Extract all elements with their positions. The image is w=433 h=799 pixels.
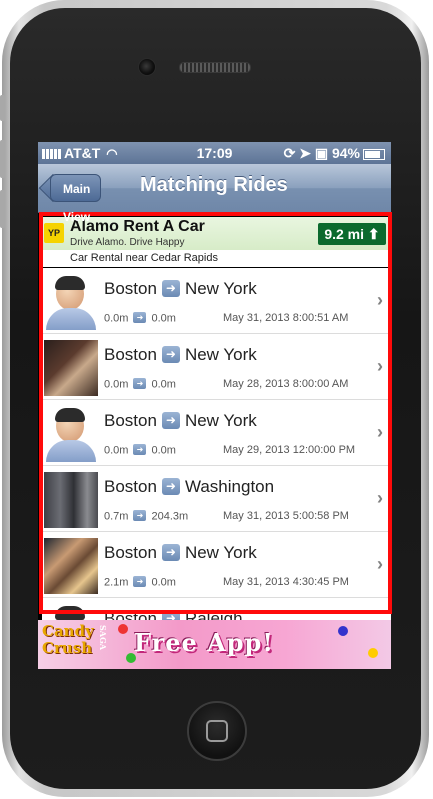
candy-crush-logo: Candy Crush SAGA xyxy=(42,622,109,657)
volume-up-button xyxy=(0,140,5,178)
navigation-bar: Main View Matching Rides xyxy=(38,164,391,224)
battery-icon xyxy=(363,148,385,160)
candy-crush-banner[interactable]: Candy Crush SAGA Free App! xyxy=(38,620,391,669)
candy-icon xyxy=(118,624,128,634)
front-camera xyxy=(138,58,156,76)
home-button[interactable] xyxy=(187,701,247,761)
battery-percent: 94% xyxy=(331,145,360,161)
banner-text: Free App! xyxy=(134,628,274,657)
page-title: Matching Rides xyxy=(140,174,288,196)
lock-rotation-icon: ⟳ xyxy=(283,145,296,161)
back-button[interactable]: Main View xyxy=(50,174,102,224)
candy-icon xyxy=(368,648,378,658)
earpiece-speaker xyxy=(179,62,251,73)
candy-icon xyxy=(338,626,348,636)
iphone-device: AT&T ◠ 17:09 ⟳ ➤ ▣ 94% Main View Matching… xyxy=(0,0,431,799)
volume-down-button xyxy=(0,190,5,228)
status-bar: AT&T ◠ 17:09 ⟳ ➤ ▣ 94% xyxy=(38,142,391,164)
mute-switch xyxy=(0,95,5,121)
location-icon: ➤ xyxy=(299,145,311,161)
home-square-icon xyxy=(206,720,228,742)
highlight-box xyxy=(39,212,392,614)
status-right: ⟳ ➤ ▣ 94% xyxy=(284,145,385,162)
airplay-icon: ▣ xyxy=(314,145,329,161)
